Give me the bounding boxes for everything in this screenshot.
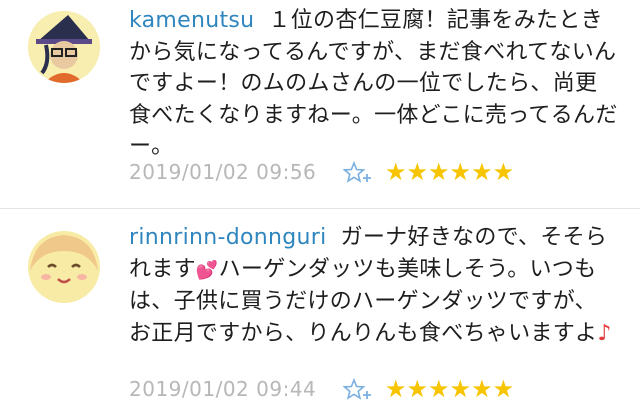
comment-text: rinnrinn-donnguri ガーナ好きなので、そそられます💕ハーゲンダッツ…: [129, 222, 619, 349]
comment-item: kamenutsu １位の杏仁豆腐！記事をみたときから気になってるんですが、まだ食…: [0, 0, 640, 208]
smiling-face-avatar-icon: [28, 231, 100, 303]
comment-username[interactable]: rinnrinn-donnguri: [129, 225, 327, 250]
comment-username[interactable]: kamenutsu: [129, 8, 254, 33]
comment-timestamp: 2019/01/02 09:56: [129, 160, 317, 184]
star-rating[interactable]: ★★★★★★: [385, 158, 514, 186]
music-note-icon: ♪: [597, 320, 612, 346]
comment-timestamp: 2019/01/02 09:44: [129, 377, 317, 401]
user-avatar[interactable]: [28, 11, 100, 83]
add-star-button[interactable]: [342, 160, 375, 185]
add-star-icon: [342, 160, 371, 183]
add-star-button[interactable]: [342, 377, 375, 402]
witch-hat-avatar-icon: [28, 11, 100, 83]
heart-emoji-icon: 💕: [195, 259, 219, 281]
star-rating[interactable]: ★★★★★★: [385, 375, 514, 403]
user-avatar[interactable]: [28, 231, 100, 303]
comment-text: kamenutsu １位の杏仁豆腐！記事をみたときから気になってるんですが、まだ食…: [129, 5, 619, 163]
comment-item: rinnrinn-donnguri ガーナ好きなので、そそられます💕ハーゲンダッツ…: [0, 209, 640, 415]
add-star-icon: [342, 377, 371, 400]
